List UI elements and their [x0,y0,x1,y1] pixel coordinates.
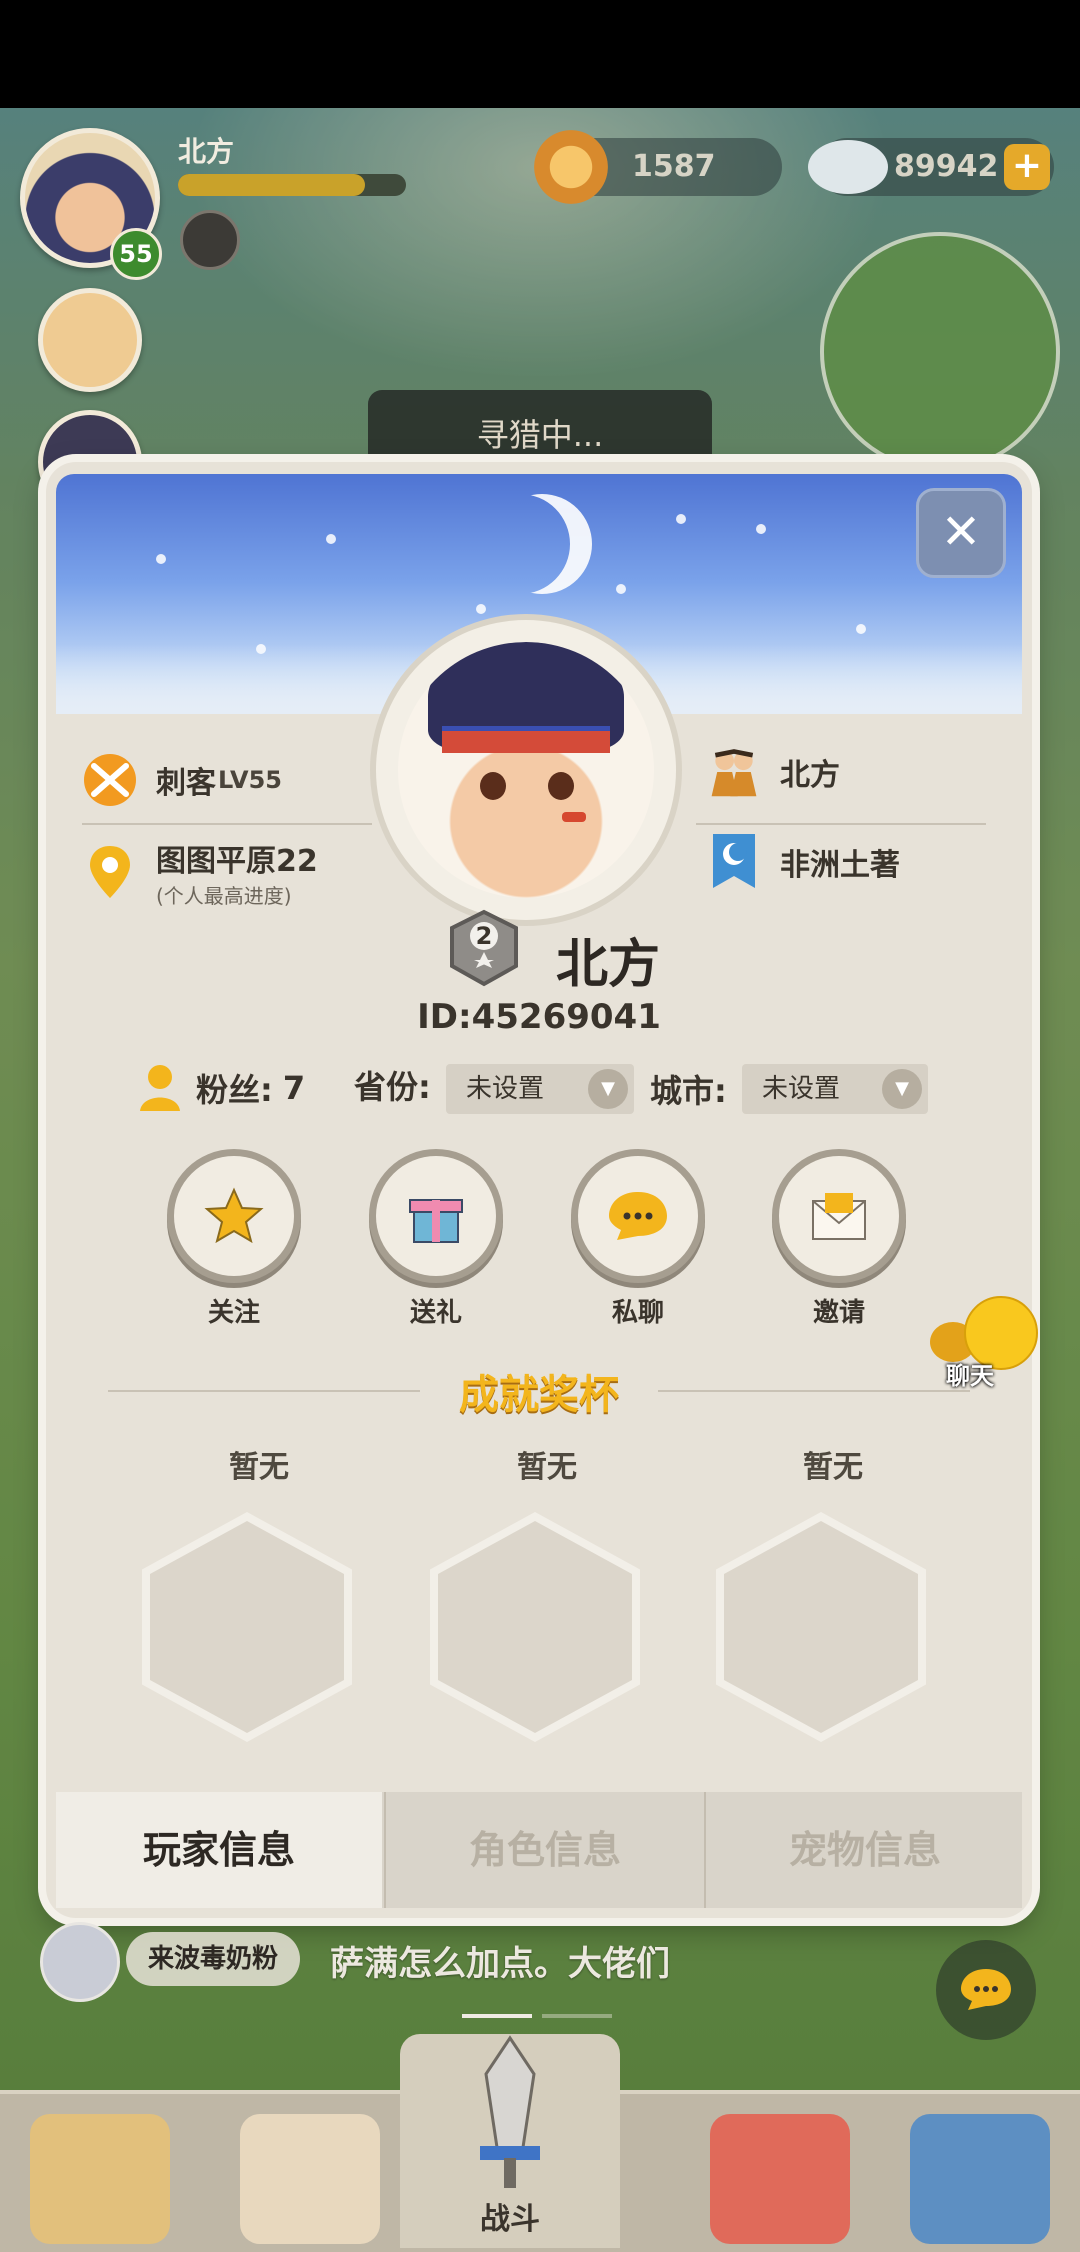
tab-pet-info[interactable]: 宠物信息 [704,1792,1024,1908]
person-icon [140,1065,180,1111]
location-label: 图图平原22 [156,843,318,879]
add-currency-button[interactable]: + [1004,144,1050,190]
profile-name: 北方 [556,935,661,995]
battle-nav-label: 战斗 [480,2202,540,2237]
battle-nav-button[interactable]: 战斗 [400,2034,620,2248]
gift-icon [409,1199,463,1243]
title-name: 非洲土著 [780,848,900,883]
team-member-avatar[interactable] [38,288,142,392]
class-info: 刺客 LV55 [82,740,282,820]
rank-badge: 2 [444,908,524,988]
class-level: LV55 [218,766,282,794]
assassin-class-icon [82,752,138,808]
chevron-down-icon: ▼ [588,1069,628,1109]
nav-tribe[interactable] [30,2114,170,2244]
fans-count: 7 [282,1069,306,1107]
status-bar [0,0,1080,108]
guild-emblem-icon[interactable] [180,210,240,270]
chevron-down-icon: ▼ [882,1069,922,1109]
profile-avatar [376,620,676,920]
chat-sender-name[interactable]: 来波毒奶粉 [126,1932,301,1986]
city-dropdown[interactable]: 未设置 ▼ [742,1064,928,1114]
follow-button[interactable]: 关注 [170,1156,298,1329]
trophy-slot[interactable] [430,1512,640,1742]
moon-emblem-icon [492,494,592,594]
nav-character[interactable] [240,2114,380,2244]
floating-chat-button[interactable]: 聊天 [920,1296,1040,1392]
province-label: 省份: [354,1068,431,1106]
class-label: 刺客 [156,766,216,801]
fans-label: 粉丝: [196,1071,273,1109]
chat-message[interactable]: 萨满怎么加点。大佬们 [330,1936,670,1985]
trophy-slot[interactable] [142,1512,352,1742]
chat-button[interactable] [936,1940,1036,2040]
player-level-badge: 55 [110,228,162,280]
profile-tab-bar: 玩家信息 角色信息 宠物信息 [56,1792,1022,1908]
tribe-icon [706,744,762,800]
close-button[interactable]: ✕ [916,488,1006,578]
invite-button[interactable]: 邀请 [775,1156,903,1329]
tab-player-info[interactable]: 玩家信息 [56,1792,382,1908]
location-note: (个人最高进度) [156,883,292,908]
location-info: 图图平原22 (个人最高进度) [82,832,318,912]
player-profile-dialog: ✕ 刺客 LV55 图图平原22 (个人最高进度) 北方 非洲土著 2 北方 I… [46,462,1032,1918]
city-label: 城市: [650,1072,727,1110]
page-indicator [462,2014,612,2018]
shell-currency-icon [534,130,608,204]
tribe-name: 北方 [780,758,840,793]
location-pin-icon [82,844,138,900]
exp-bar [178,174,406,196]
divider [82,823,372,825]
province-dropdown[interactable]: 未设置 ▼ [446,1064,634,1114]
private-chat-button[interactable]: 私聊 [574,1156,702,1329]
trophy-slot-label: 暂无 [229,1450,289,1485]
trophy-slot-label: 暂无 [517,1450,577,1485]
chat-bubble-icon [961,1969,1011,2010]
trophy-slot[interactable] [716,1512,926,1742]
player-id: ID:45269041 [417,997,661,1037]
hud-player-name: 北方 [178,135,235,168]
send-gift-button[interactable]: 送礼 [372,1156,500,1329]
fans-info: 粉丝: 7 [138,1058,305,1118]
stone-currency-icon [808,140,888,194]
stones-currency[interactable]: 89942 + [808,138,1054,196]
star-icon [204,1187,264,1244]
sword-icon [480,2035,540,2188]
banner-flag-icon [706,834,762,890]
shells-currency[interactable]: 1587 [534,130,782,204]
tab-character-info[interactable]: 角色信息 [384,1792,704,1908]
chat-sender-avatar [40,1922,120,2002]
trophy-slot-label: 暂无 [803,1450,863,1485]
nav-pets[interactable] [710,2114,850,2244]
minimap[interactable] [820,232,1060,472]
tribe-info: 北方 [706,732,840,812]
chat-bubble-icon [609,1192,667,1240]
nav-bag[interactable] [910,2114,1050,2244]
envelope-icon [812,1193,866,1240]
title-info: 非洲土著 [706,822,900,902]
